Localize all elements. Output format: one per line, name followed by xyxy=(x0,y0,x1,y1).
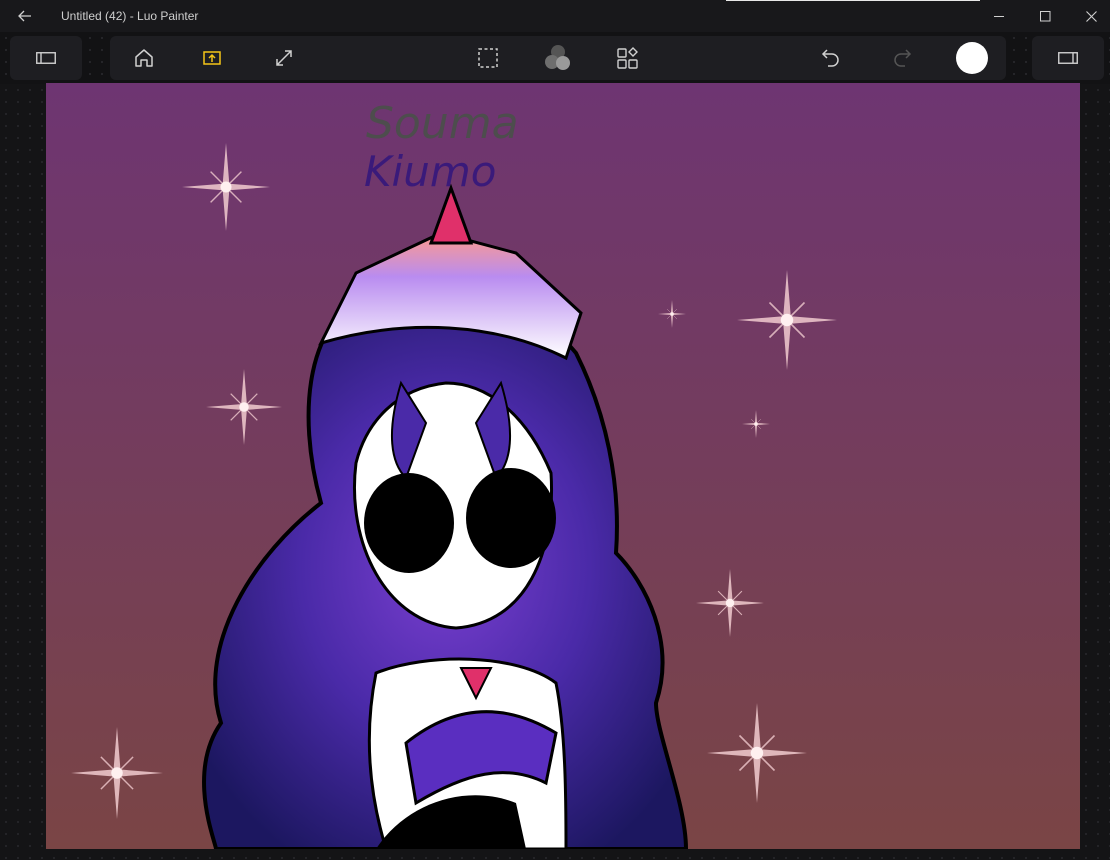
redo-icon xyxy=(894,49,912,67)
export-icon xyxy=(203,51,221,65)
undo-icon xyxy=(821,49,839,67)
toggle-right-panel-button[interactable] xyxy=(1052,42,1084,74)
home-icon xyxy=(135,49,153,67)
close-icon xyxy=(1085,10,1097,22)
current-color-swatch[interactable] xyxy=(956,42,988,74)
toggle-left-panel-button[interactable] xyxy=(30,42,62,74)
redo-button[interactable] xyxy=(886,42,918,74)
expand-icon xyxy=(276,50,292,66)
arrow-left-icon xyxy=(18,10,31,22)
window-title: Untitled (42) - Luo Painter xyxy=(61,9,199,23)
sidebar-right-icon xyxy=(1058,52,1078,64)
svg-text:Kiumo: Kiumo xyxy=(364,147,496,196)
title-bar: Untitled (42) - Luo Painter xyxy=(0,0,1110,32)
home-button[interactable] xyxy=(128,42,160,74)
minimize-icon xyxy=(993,15,1004,17)
title-accent-line xyxy=(726,0,980,1)
back-button[interactable] xyxy=(14,6,36,26)
svg-text:Souma: Souma xyxy=(366,98,519,149)
fullscreen-button[interactable] xyxy=(268,42,300,74)
character-body xyxy=(367,657,568,849)
minimize-button[interactable] xyxy=(976,0,1022,32)
blend-button[interactable] xyxy=(542,42,574,74)
close-button[interactable] xyxy=(1068,0,1110,32)
selection-button[interactable] xyxy=(472,42,504,74)
blend-circles-icon xyxy=(545,45,570,70)
undo-button[interactable] xyxy=(815,42,847,74)
handwritten-signature: Souma Kiumo xyxy=(364,98,519,196)
export-button[interactable] xyxy=(196,42,228,74)
sidebar-left-icon xyxy=(36,52,56,64)
adjustments-button[interactable] xyxy=(612,42,644,74)
maximize-icon xyxy=(1039,10,1050,21)
shapes-grid-icon xyxy=(617,47,638,69)
maximize-button[interactable] xyxy=(1022,0,1068,32)
drawing-canvas[interactable]: Souma Kiumo xyxy=(46,83,1080,849)
selection-marquee-icon xyxy=(478,48,498,68)
